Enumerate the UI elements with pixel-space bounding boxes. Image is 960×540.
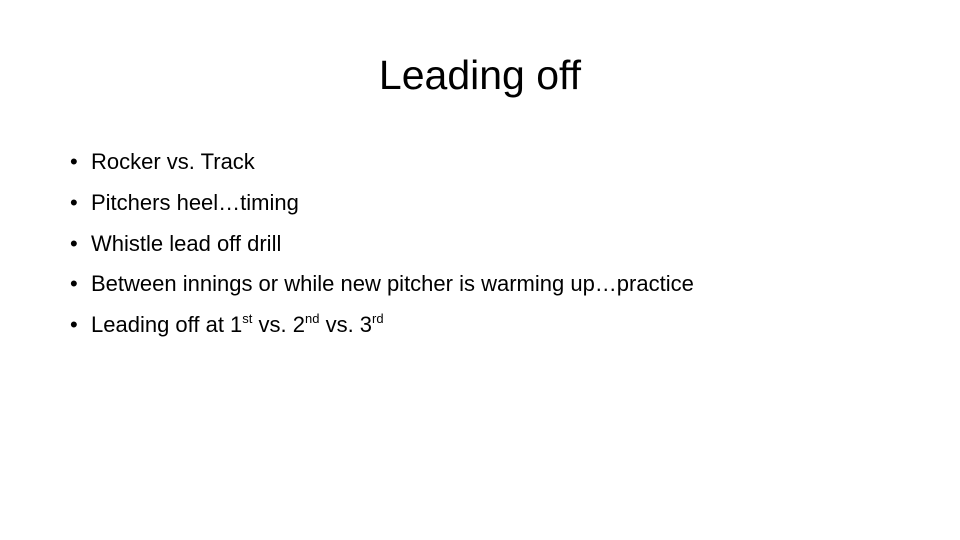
bullet-item: • Whistle lead off drill: [70, 226, 694, 267]
text-segment: Leading off at 1: [91, 312, 243, 338]
bullet-icon: •: [70, 271, 78, 297]
text-segment: vs. 2: [252, 312, 305, 338]
ordinal-suffix: rd: [372, 311, 384, 327]
bullet-text: Leading off at 1st vs. 2nd vs. 3rd: [91, 311, 384, 338]
bullet-icon: •: [70, 149, 78, 174]
bullet-item: • Leading off at 1st vs. 2nd vs. 3rd: [70, 307, 694, 348]
bullet-item: • Between innings or while new pitcher is…: [70, 266, 694, 307]
bullet-text: Between innings or while new pitcher is …: [91, 271, 694, 297]
bullet-text: Pitchers heel…timing: [91, 189, 299, 215]
bullet-item: • Rocker vs. Track: [70, 144, 694, 185]
bullet-icon: •: [70, 230, 78, 256]
ordinal-suffix: st: [242, 311, 253, 327]
bullet-item: • Pitchers heel…timing: [70, 185, 694, 226]
bullet-icon: •: [70, 189, 78, 215]
bullet-text: Rocker vs. Track: [91, 149, 255, 174]
bullet-text: Whistle lead off drill: [91, 230, 282, 256]
slide-title: Leading off: [378, 52, 582, 98]
bullet-icon: •: [70, 312, 78, 338]
bullet-list: • Rocker vs. Track • Pitchers heel…timing …: [70, 144, 694, 348]
text-segment: vs. 3: [319, 312, 373, 338]
ordinal-suffix: nd: [305, 311, 320, 327]
